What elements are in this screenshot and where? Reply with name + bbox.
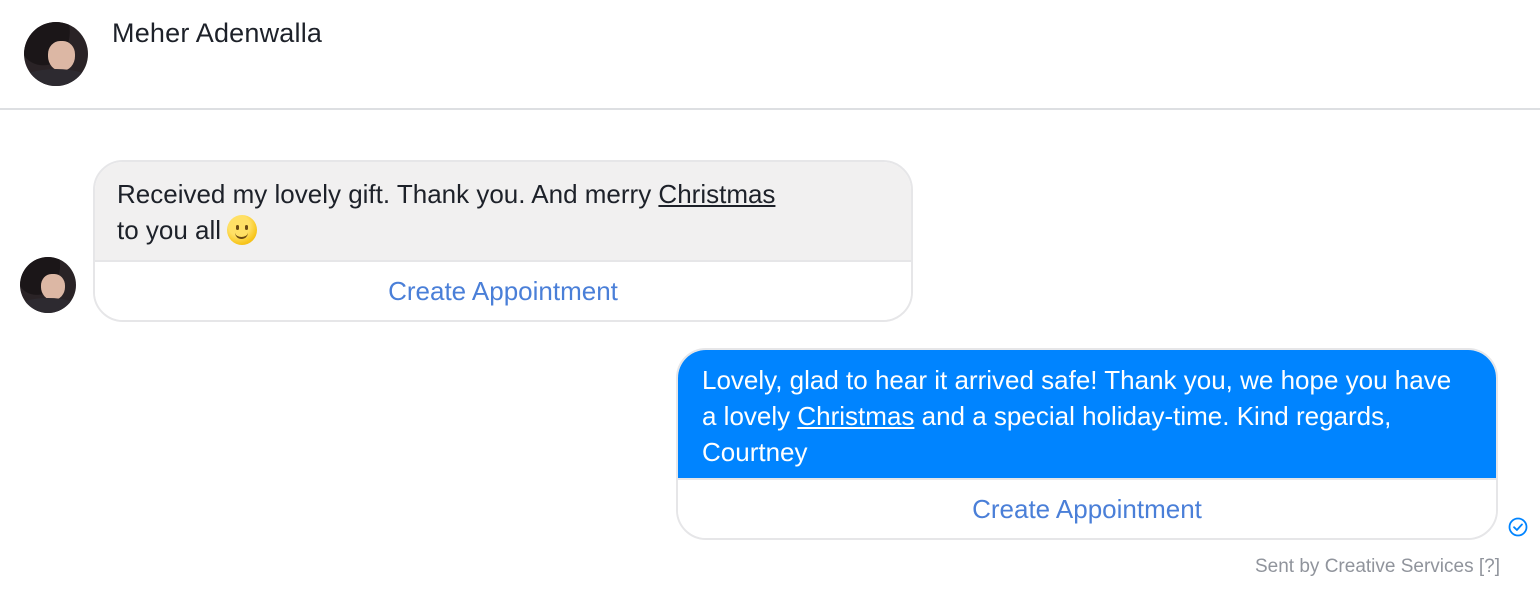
christmas-link[interactable]: Christmas bbox=[797, 401, 914, 431]
christmas-link[interactable]: Christmas bbox=[658, 179, 775, 209]
incoming-message-text: Received my lovely gift. Thank you. And … bbox=[95, 162, 911, 262]
incoming-message: Received my lovely gift. Thank you. And … bbox=[93, 160, 913, 322]
create-appointment-button[interactable]: Create Appointment bbox=[678, 480, 1496, 538]
sender-avatar[interactable] bbox=[20, 257, 76, 313]
outgoing-message-text: Lovely, glad to hear it arrived safe! Th… bbox=[678, 350, 1496, 480]
message-text-part: to you all bbox=[117, 215, 222, 245]
contact-name[interactable]: Meher Adenwalla bbox=[112, 18, 322, 49]
seen-check-icon bbox=[1508, 517, 1528, 537]
help-link[interactable]: [?] bbox=[1479, 556, 1500, 577]
sent-by-label: Sent by Creative Services [?] bbox=[1255, 556, 1500, 578]
contact-avatar[interactable] bbox=[24, 22, 88, 86]
sent-by-text: Sent by Creative Services bbox=[1255, 556, 1474, 577]
message-text-part: Received my lovely gift. Thank you. And … bbox=[117, 179, 659, 209]
conversation-header: Meher Adenwalla bbox=[0, 0, 1540, 110]
outgoing-message: Lovely, glad to hear it arrived safe! Th… bbox=[676, 348, 1498, 540]
create-appointment-button[interactable]: Create Appointment bbox=[95, 262, 911, 320]
smiley-emoji-icon bbox=[227, 215, 258, 245]
